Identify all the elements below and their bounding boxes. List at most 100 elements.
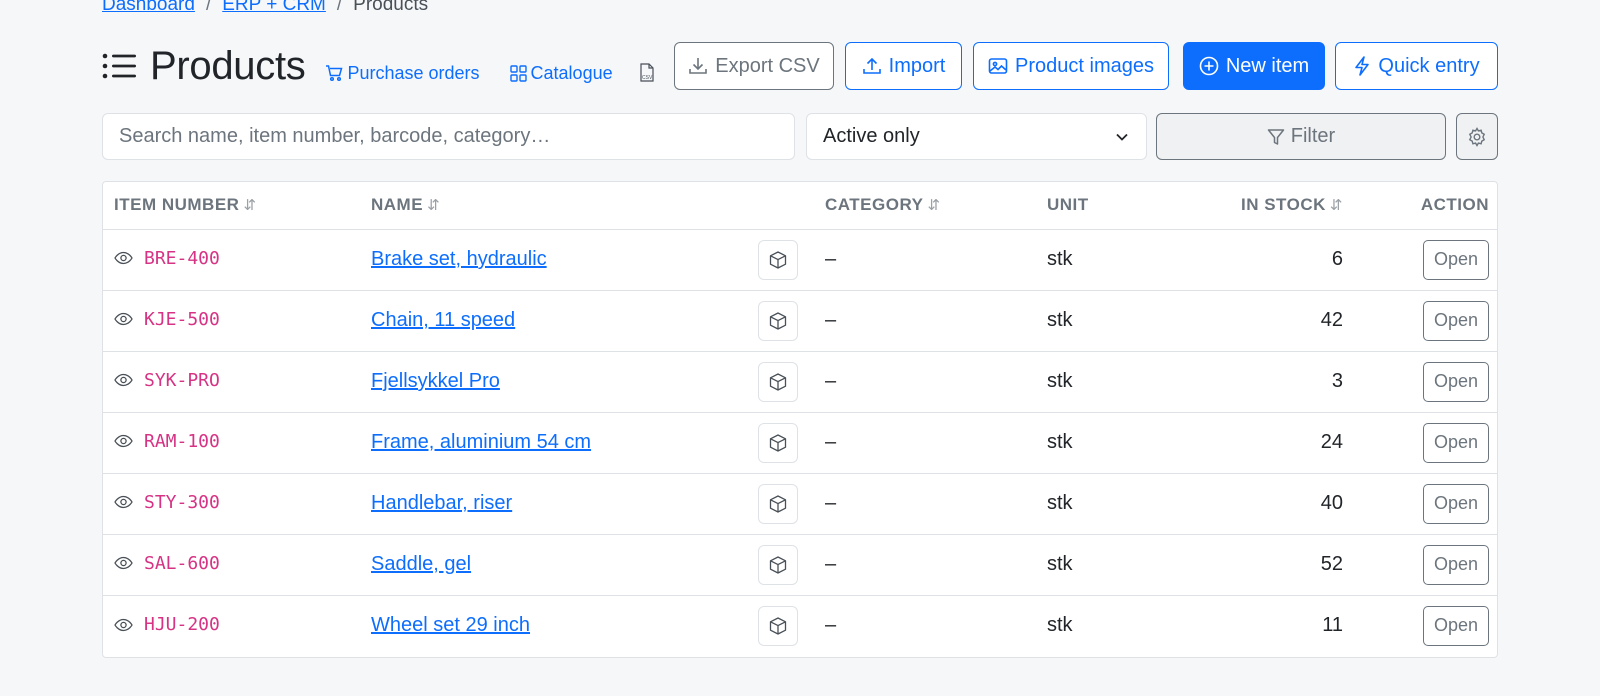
page-header: Products Purchase orders Catalogue CSV xyxy=(102,42,655,90)
product-box-button[interactable] xyxy=(758,300,798,341)
breadcrumb-dashboard[interactable]: Dashboard xyxy=(102,0,195,16)
item-number: SYK-PRO xyxy=(114,370,220,391)
eye-icon[interactable] xyxy=(114,373,133,387)
eye-icon[interactable] xyxy=(114,495,133,509)
sort-icon[interactable]: ⇵ xyxy=(927,197,940,214)
item-number-text: SYK-PRO xyxy=(144,369,220,391)
filter-button[interactable]: Filter xyxy=(1156,113,1446,160)
stock-cell: 6 xyxy=(1195,229,1343,291)
product-name-link[interactable]: Wheel set 29 inch xyxy=(371,614,530,636)
column-action-label: ACTION xyxy=(1420,195,1489,215)
eye-icon[interactable] xyxy=(114,618,133,632)
sort-icon[interactable]: ⇵ xyxy=(1330,197,1343,214)
sort-icon[interactable]: ⇵ xyxy=(243,197,256,214)
eye-icon[interactable] xyxy=(114,312,133,326)
open-button[interactable]: Open xyxy=(1423,422,1489,463)
category-cell: – xyxy=(825,351,1047,413)
stock-cell: 3 xyxy=(1195,351,1343,413)
column-in-stock-label: IN STOCK xyxy=(1241,195,1326,215)
export-csv-label: Export CSV xyxy=(715,54,820,77)
table-body: BRE-400 Brake set, hydraulic – stk 6 Ope… xyxy=(103,229,1497,656)
column-action: ACTION xyxy=(1343,182,1497,230)
export-csv-button[interactable]: Export CSV xyxy=(674,42,834,90)
stock-cell: 52 xyxy=(1195,534,1343,596)
item-number-text: RAM-100 xyxy=(144,430,220,452)
table-row: SAL-600 Saddle, gel – stk 52 Open xyxy=(103,534,1497,596)
product-box-button[interactable] xyxy=(758,483,798,524)
eye-icon[interactable] xyxy=(114,251,133,265)
unit-cell: stk xyxy=(1047,473,1195,535)
product-box-button[interactable] xyxy=(758,605,798,646)
open-button[interactable]: Open xyxy=(1423,544,1489,585)
open-button[interactable]: Open xyxy=(1423,361,1489,402)
category-cell: – xyxy=(825,412,1047,474)
breadcrumb-current: Products xyxy=(353,0,429,15)
eye-icon[interactable] xyxy=(114,556,133,570)
search-input[interactable] xyxy=(102,113,795,160)
stock-cell: 24 xyxy=(1195,412,1343,474)
box-icon xyxy=(769,555,787,574)
unit-cell: stk xyxy=(1047,229,1195,291)
download-icon xyxy=(689,58,708,74)
category-cell: – xyxy=(825,614,837,637)
sort-icon[interactable]: ⇵ xyxy=(427,197,440,214)
product-name-link[interactable]: Chain, 11 speed xyxy=(371,309,515,331)
csv-file-icon[interactable]: CSV xyxy=(639,63,655,83)
box-icon xyxy=(769,250,787,269)
column-category[interactable]: CATEGORY ⇵ xyxy=(825,182,1047,230)
new-item-button[interactable]: New item xyxy=(1183,42,1325,90)
item-number: SAL-600 xyxy=(114,553,220,574)
purchase-orders-link[interactable]: Purchase orders xyxy=(325,62,480,84)
open-button[interactable]: Open xyxy=(1423,239,1489,280)
import-button[interactable]: Import xyxy=(845,42,962,90)
product-name-link[interactable]: Frame, aluminium 54 cm xyxy=(371,431,591,453)
item-number-text: BRE-400 xyxy=(144,247,220,269)
cart-icon xyxy=(326,65,343,82)
open-button[interactable]: Open xyxy=(1423,605,1489,646)
lightning-icon xyxy=(1355,56,1370,76)
plus-circle-icon xyxy=(1199,56,1219,76)
product-box-button[interactable] xyxy=(758,544,798,585)
product-name-link[interactable]: Handlebar, riser xyxy=(371,492,512,514)
purchase-orders-label: Purchase orders xyxy=(347,62,480,83)
breadcrumb-separator: / xyxy=(205,0,212,15)
breadcrumb-erp-crm[interactable]: ERP + CRM xyxy=(222,0,326,16)
table-header-row: ITEM NUMBER ⇵ NAME ⇵ CATEGORY ⇵ UNIT IN STO… xyxy=(103,182,1497,230)
product-name-link[interactable]: Fjellsykkel Pro xyxy=(371,370,500,392)
unit-cell: stk xyxy=(1047,534,1195,596)
table-row: KJE-500 Chain, 11 speed – stk 42 Open xyxy=(103,290,1497,352)
settings-button[interactable] xyxy=(1456,113,1498,160)
column-name[interactable]: NAME ⇵ xyxy=(371,182,758,230)
catalogue-link[interactable]: Catalogue xyxy=(509,62,613,84)
upload-icon xyxy=(862,57,881,74)
table-row: SYK-PRO Fjellsykkel Pro – stk 3 Open xyxy=(103,351,1497,413)
open-button[interactable]: Open xyxy=(1423,300,1489,341)
open-button[interactable]: Open xyxy=(1423,483,1489,524)
item-number-text: KJE-500 xyxy=(144,308,220,330)
product-name-link[interactable]: Saddle, gel xyxy=(371,553,471,575)
column-spacer xyxy=(758,182,825,230)
quick-entry-label: Quick entry xyxy=(1378,54,1480,77)
product-box-button[interactable] xyxy=(758,361,798,402)
product-box-button[interactable] xyxy=(758,239,798,280)
eye-icon[interactable] xyxy=(114,434,133,448)
catalogue-label: Catalogue xyxy=(530,62,613,83)
products-table: ITEM NUMBER ⇵ NAME ⇵ CATEGORY ⇵ UNIT IN STO… xyxy=(102,181,1498,658)
product-box-button[interactable] xyxy=(758,422,798,463)
box-icon xyxy=(769,311,787,330)
product-images-button[interactable]: Product images xyxy=(973,42,1169,90)
funnel-icon xyxy=(1267,128,1285,145)
stock-cell: 42 xyxy=(1195,290,1343,352)
item-number: KJE-500 xyxy=(114,309,220,330)
gear-icon xyxy=(1468,126,1486,147)
item-number: BRE-400 xyxy=(114,248,220,269)
column-in-stock[interactable]: IN STOCK ⇵ xyxy=(1195,182,1343,230)
status-select[interactable]: Active only xyxy=(806,113,1147,160)
product-name-link[interactable]: Brake set, hydraulic xyxy=(371,248,547,270)
grid-icon xyxy=(509,64,527,82)
table-row: BRE-400 Brake set, hydraulic – stk 6 Ope… xyxy=(103,229,1497,291)
quick-entry-button[interactable]: Quick entry xyxy=(1335,42,1498,90)
item-number-text: HJU-200 xyxy=(144,614,220,635)
column-item-number[interactable]: ITEM NUMBER ⇵ xyxy=(103,182,371,230)
product-images-label: Product images xyxy=(1015,54,1154,77)
